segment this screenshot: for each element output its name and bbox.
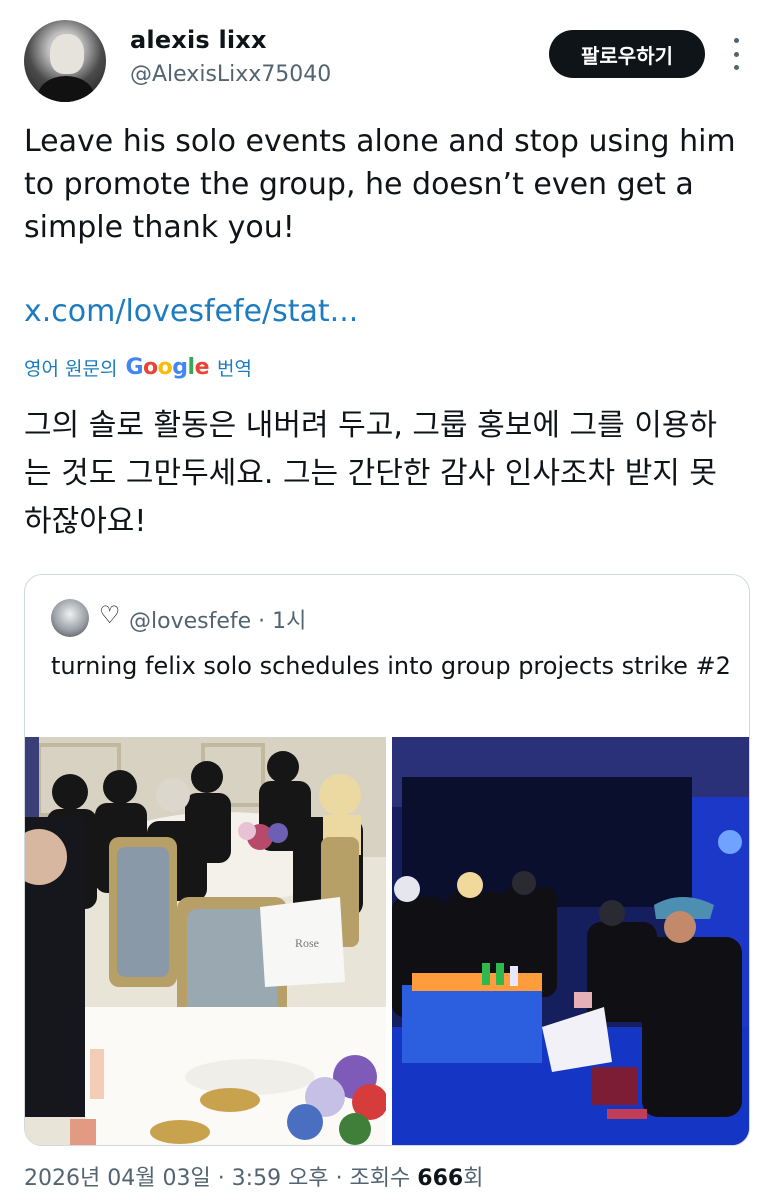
tweet-text: Leave his solo events alone and stop usi… xyxy=(24,124,736,245)
translation-attribution[interactable]: 영어 원문의 Google 번역 xyxy=(24,354,252,381)
quoted-text: turning felix solo schedules into group … xyxy=(51,652,731,680)
heart-icon: ♡ xyxy=(99,601,121,629)
quoted-media[interactable]: Rose xyxy=(25,737,749,1145)
views-unit: 회 xyxy=(463,1166,484,1191)
quoted-handle: @lovesfefe xyxy=(129,609,252,634)
quoted-meta: @lovesfefe · 1시 xyxy=(129,603,306,635)
google-logo: Google xyxy=(125,355,209,380)
quoted-time: · 1시 xyxy=(258,609,307,634)
translated-text: 그의 솔로 활동은 내버려 두고, 그룹 홍보에 그를 이용하는 것도 그만두세… xyxy=(24,408,718,539)
place-card-text: Rose xyxy=(295,936,319,950)
photo-dinner[interactable]: Rose xyxy=(25,737,386,1145)
tweet-link[interactable]: x.com/lovesfefe/stat... xyxy=(24,294,358,329)
views-count: 666 xyxy=(417,1166,464,1191)
post-time: · 3:59 오후 xyxy=(217,1166,329,1191)
tweet-footer: 2026년 04월 03일 · 3:59 오후 · 조회수 666회 xyxy=(24,1160,483,1192)
follow-button[interactable]: 팔로우하기 xyxy=(549,30,705,78)
quoted-tweet[interactable]: ♡ @lovesfefe · 1시 turning felix solo sch… xyxy=(24,574,750,1146)
author-avatar[interactable] xyxy=(24,20,106,102)
tweet-header: alexis lixx @AlexisLixx75040 팔로우하기 xyxy=(0,0,776,110)
author-name[interactable]: alexis lixx xyxy=(130,26,267,54)
quoted-avatar[interactable] xyxy=(51,599,89,637)
translate-suffix: 번역 xyxy=(216,358,252,380)
post-date: 2026년 04월 03일 xyxy=(24,1166,211,1191)
views-label: · 조회수 xyxy=(335,1166,411,1191)
author-handle[interactable]: @AlexisLixx75040 xyxy=(130,62,331,87)
translate-prefix: 영어 원문의 xyxy=(24,358,118,380)
more-icon[interactable] xyxy=(726,38,746,70)
photo-lounge[interactable] xyxy=(392,737,749,1145)
